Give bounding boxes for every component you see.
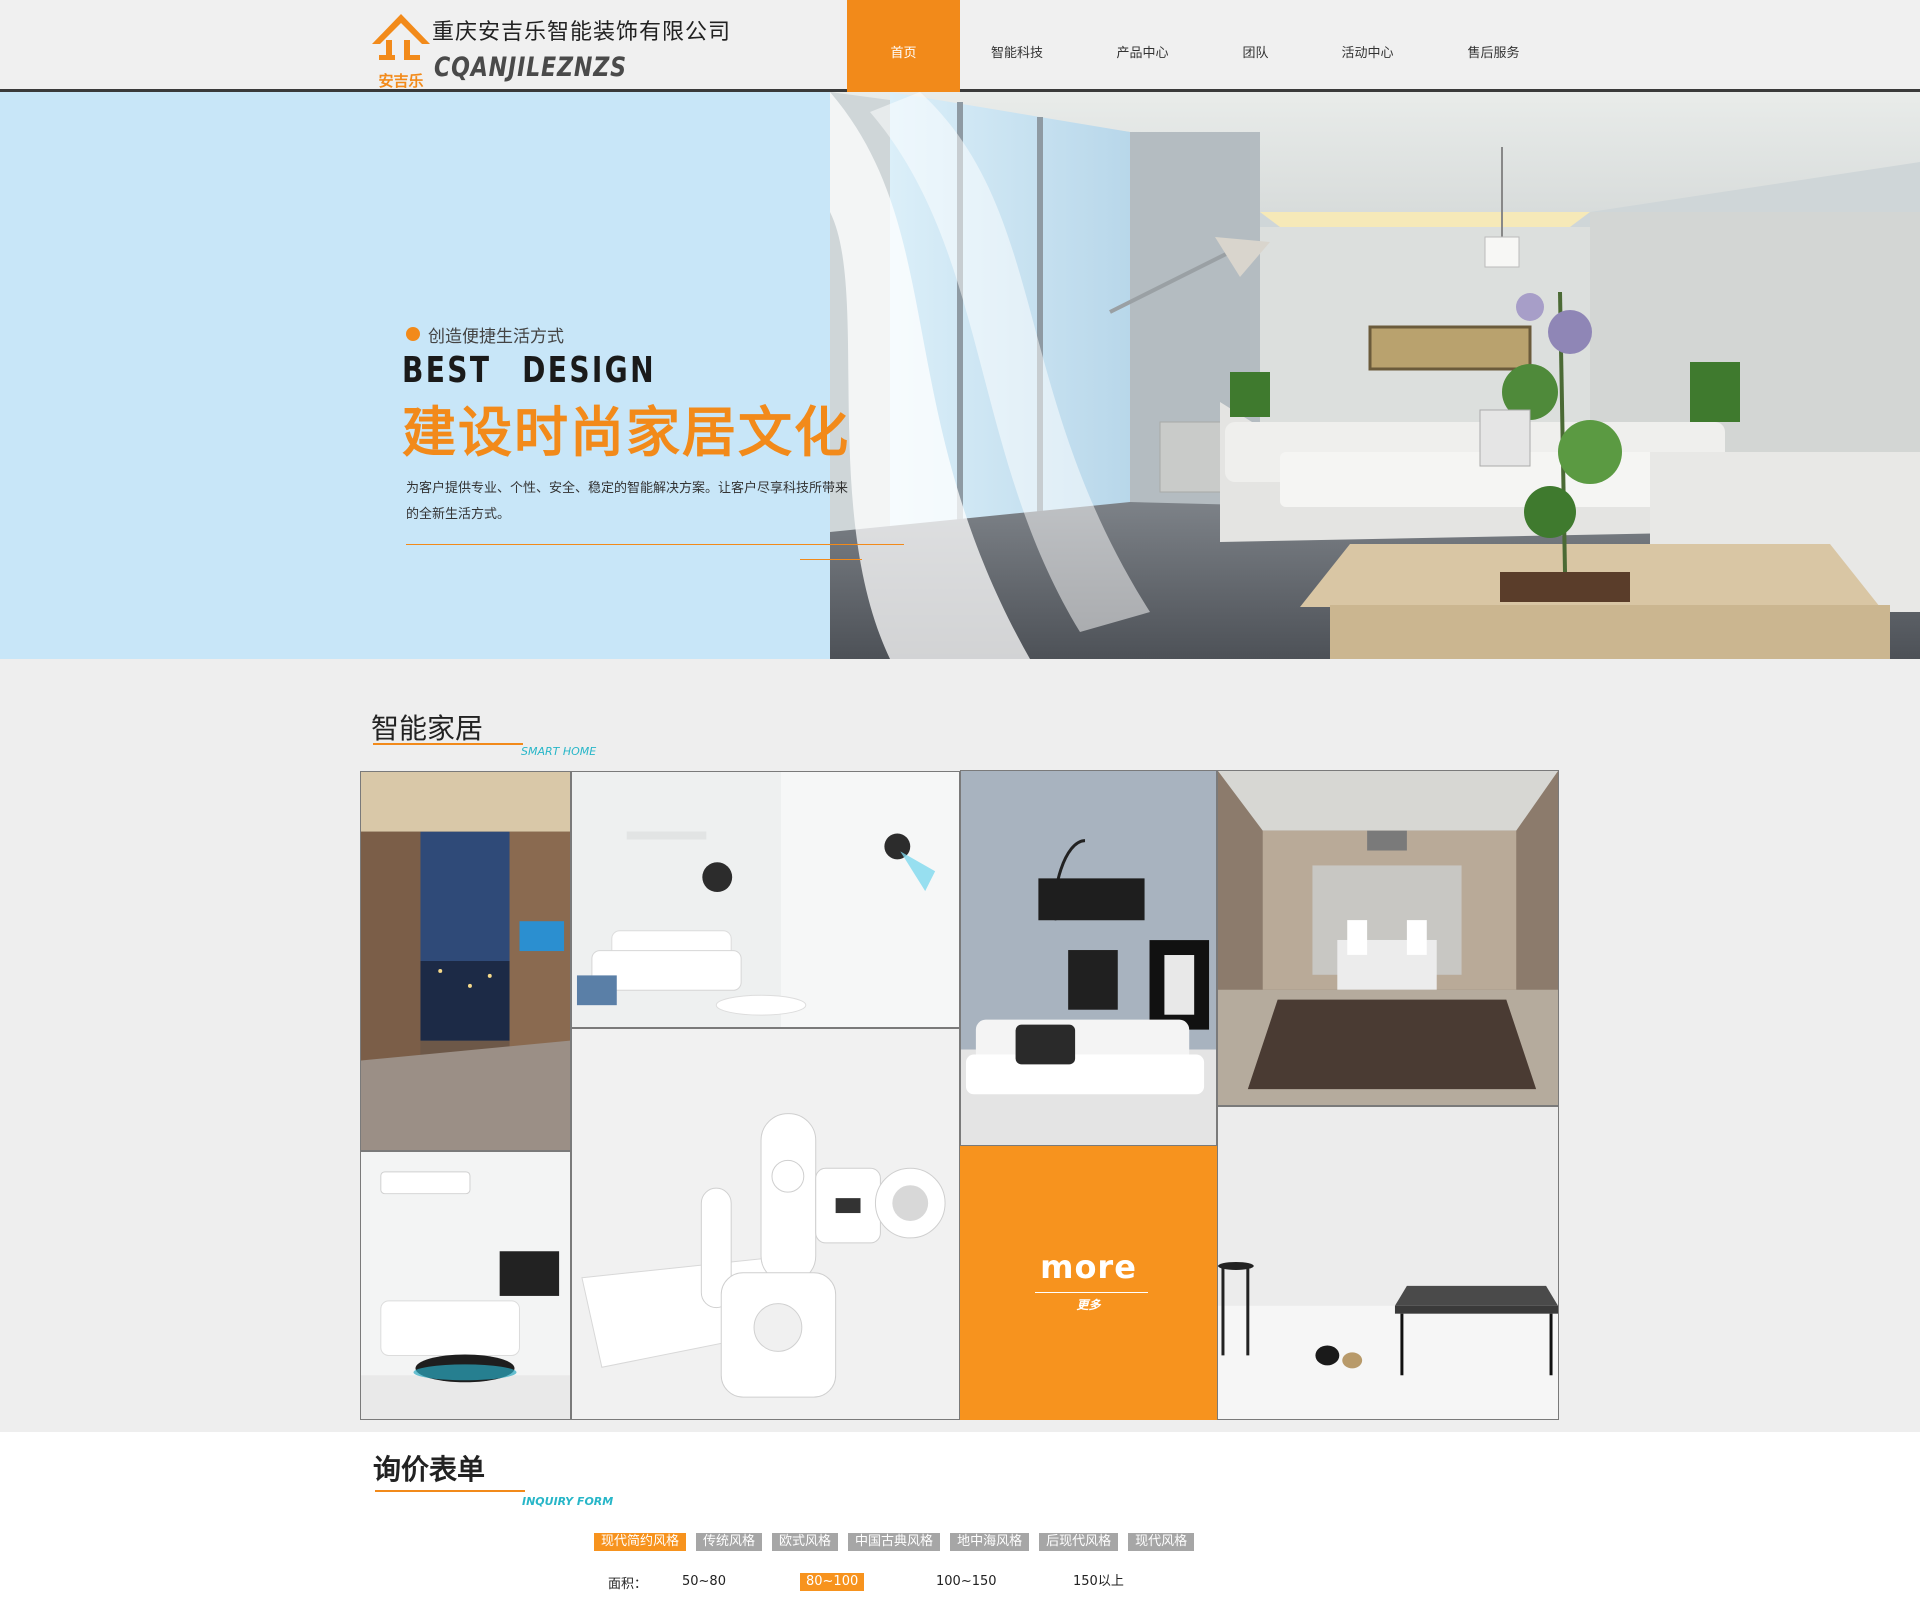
nav-item-products[interactable]: 产品中心 bbox=[1074, 0, 1211, 92]
more-sub-label: 更多 bbox=[1076, 1298, 1101, 1312]
lamp-sofa-photo bbox=[961, 771, 1216, 1145]
style-option-modern[interactable]: 现代风格 bbox=[1128, 1533, 1195, 1551]
style-option-post-modern[interactable]: 后现代风格 bbox=[1039, 1533, 1119, 1551]
logo-text: 安吉乐 bbox=[378, 72, 423, 90]
banner-description: 为客户提供专业、个性、安全、稳定的智能解决方案。让客户尽享科技所带来的全新生活方… bbox=[406, 481, 849, 522]
style-option-chinese-classical[interactable]: 中国古典风格 bbox=[848, 1533, 941, 1551]
area-option-50-80[interactable]: 50~80 bbox=[676, 1573, 732, 1591]
smart-home-underline bbox=[373, 743, 523, 745]
smart-devices-photo bbox=[572, 1029, 959, 1419]
style-option-european[interactable]: 欧式风格 bbox=[772, 1533, 839, 1551]
gallery-tile-dining-room[interactable] bbox=[1217, 770, 1559, 1106]
company-name-cn: 重庆安吉乐智能装饰有限公司 bbox=[432, 20, 732, 45]
bench-photo bbox=[1218, 1107, 1558, 1419]
area-option-100-150[interactable]: 100~150 bbox=[930, 1573, 1003, 1591]
style-option-traditional[interactable]: 传统风格 bbox=[696, 1533, 763, 1551]
company-logo[interactable]: 安吉乐 bbox=[366, 10, 436, 90]
tagline-bullet bbox=[406, 327, 420, 341]
nav-item-team[interactable]: 团队 bbox=[1211, 0, 1300, 92]
living-room-device-photo bbox=[572, 772, 959, 1027]
gallery-tile-ac-room[interactable] bbox=[360, 1151, 571, 1420]
hero-banner: 创造便捷生活方式 BEST DESIGN 建设时尚家居文化 为客户提供专业、个性… bbox=[0, 92, 1920, 659]
inquiry-underline bbox=[375, 1490, 525, 1492]
inquiry-subtitle: INQUIRY FORM bbox=[522, 1495, 614, 1508]
smart-home-subtitle: SMART HOME bbox=[521, 745, 597, 758]
company-name-en: CQANJILEZNZS bbox=[434, 52, 627, 83]
banner-divider-accent bbox=[800, 559, 862, 560]
style-option-modern-simple[interactable]: 现代简约风格 bbox=[594, 1533, 687, 1551]
banner-tagline: 创造便捷生活方式 bbox=[428, 327, 564, 347]
nav-item-events[interactable]: 活动中心 bbox=[1300, 0, 1435, 92]
ac-room-photo bbox=[361, 1152, 570, 1419]
more-divider bbox=[1035, 1292, 1148, 1293]
more-label: more bbox=[1040, 1248, 1137, 1286]
dining-room-photo bbox=[1218, 771, 1558, 1105]
banner-divider bbox=[406, 544, 904, 545]
gallery-tile-lamp-sofa[interactable] bbox=[960, 770, 1217, 1146]
area-option-80-100[interactable]: 80~100 bbox=[800, 1573, 865, 1591]
gallery-tile-bench[interactable] bbox=[1217, 1106, 1559, 1420]
area-option-150-plus[interactable]: 150以上 bbox=[1067, 1573, 1130, 1591]
more-button[interactable]: more 更多 bbox=[960, 1146, 1217, 1420]
gallery-tile-living-room[interactable] bbox=[571, 771, 960, 1028]
banner-best-design: BEST DESIGN bbox=[402, 350, 656, 391]
style-option-mediterranean[interactable]: 地中海风格 bbox=[950, 1533, 1030, 1551]
kitchen-photo bbox=[361, 772, 570, 1150]
nav-item-smart-tech[interactable]: 智能科技 bbox=[960, 0, 1074, 92]
nav-item-home[interactable]: 首页 bbox=[847, 0, 960, 92]
gallery-tile-kitchen[interactable] bbox=[360, 771, 571, 1151]
site-header: 安吉乐 重庆安吉乐智能装饰有限公司 CQANJILEZNZS 首页 智能科技 产… bbox=[0, 0, 1920, 92]
smart-home-title: 智能家居 bbox=[371, 712, 484, 745]
area-label: 面积： bbox=[608, 1577, 648, 1592]
gallery-tile-smart-devices[interactable] bbox=[571, 1028, 960, 1420]
nav-item-after-sales[interactable]: 售后服务 bbox=[1435, 0, 1552, 92]
banner-title: 建设时尚家居文化 bbox=[402, 401, 850, 464]
inquiry-title: 询价表单 bbox=[373, 1453, 486, 1486]
style-options: 现代简约风格 传统风格 欧式风格 中国古典风格 地中海风格 后现代风格 现代风格 bbox=[594, 1533, 1195, 1551]
main-nav: 首页 智能科技 产品中心 团队 活动中心 售后服务 bbox=[847, 0, 1552, 92]
living-room-photo bbox=[830, 92, 1920, 659]
